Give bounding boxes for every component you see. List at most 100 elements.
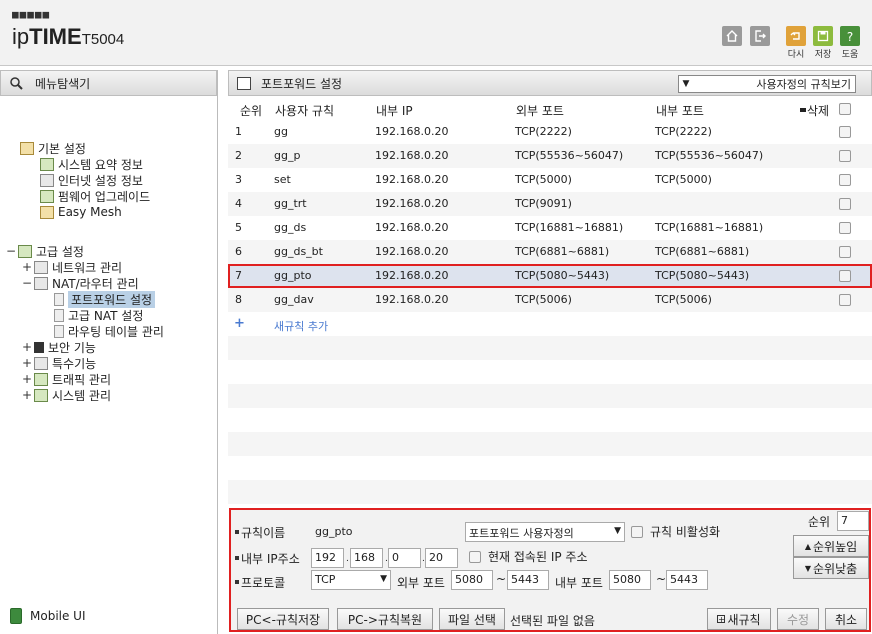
order-input[interactable]: 7 (837, 511, 869, 531)
ip-octet-1[interactable]: 192 (311, 548, 344, 568)
bullet-icon (235, 580, 239, 584)
cell-ip: 192.168.0.20 (375, 293, 449, 306)
ip-octet-2[interactable]: 168 (350, 548, 383, 568)
table-row[interactable]: 2 gg_p 192.168.0.20 TCP(55536~56047) TCP(555… (228, 144, 872, 168)
help-icon[interactable]: ? (840, 26, 860, 46)
external-port-to[interactable]: 5443 (507, 570, 549, 590)
home-icon[interactable] (722, 26, 742, 46)
file-select-button[interactable]: 파일 선택 (439, 608, 505, 630)
rule-type-select[interactable]: 포트포워드 사용자정의 ▼ (465, 522, 625, 542)
view-rules-select[interactable]: ▼ 사용자정의 규칙보기 (678, 75, 856, 93)
cancel-button[interactable]: 취소 (825, 608, 867, 630)
mobile-ui-link[interactable]: Mobile UI (10, 608, 86, 624)
expand-icon[interactable]: + (22, 388, 32, 402)
tree-item-advanced-nat[interactable]: 고급 NAT 설정 (54, 307, 143, 323)
rule-name-input[interactable]: gg_pto (311, 522, 453, 542)
table-row[interactable]: 6 gg_ds_bt 192.168.0.20 TCP(6881~6881) TCP(6… (228, 240, 872, 264)
tree-special[interactable]: + 특수기능 (22, 355, 96, 371)
ip-octet-4[interactable]: 20 (425, 548, 458, 568)
delete-checkbox[interactable] (839, 174, 851, 186)
traffic-icon (34, 372, 48, 386)
cell-ip: 192.168.0.20 (375, 125, 449, 138)
tree-network-management[interactable]: + 네트워크 관리 (22, 259, 122, 275)
table-row[interactable]: 8 gg_dav 192.168.0.20 TCP(5006) TCP(5006) (228, 288, 872, 312)
tree-nat-router[interactable]: − NAT/라우터 관리 (22, 275, 139, 291)
bullet-icon (235, 556, 239, 560)
delete-checkbox[interactable] (839, 294, 851, 306)
restart-icon[interactable] (786, 26, 806, 46)
tree-item-label: 라우팅 테이블 관리 (68, 324, 164, 339)
table-row[interactable]: 7 gg_pto 192.168.0.20 TCP(5080~5443) TCP(508… (228, 264, 872, 288)
expand-icon[interactable]: + (22, 340, 32, 354)
collapse-icon[interactable]: − (22, 276, 32, 290)
order-up-label: 순위높임 (812, 539, 858, 554)
delete-checkbox[interactable] (839, 270, 851, 282)
expand-icon[interactable]: + (22, 260, 32, 274)
external-port-label: 외부 포트 (397, 576, 445, 590)
table-header: 순위 사용자 규칙 내부 IP 외부 포트 내부 포트 삭제 (228, 98, 872, 120)
logout-icon[interactable] (750, 26, 770, 46)
menu-explorer-label: 메뉴탐색기 (35, 76, 91, 91)
lock-icon (34, 341, 44, 353)
router-icon (34, 276, 48, 290)
tree-basic-settings[interactable]: 기본 설정 (20, 140, 86, 156)
internal-port-from[interactable]: 5080 (609, 570, 651, 590)
restore-from-pc-button[interactable]: PC->규칙복원 (337, 608, 433, 630)
save-label[interactable]: 저장 (811, 47, 835, 60)
collapse-icon[interactable]: − (6, 244, 16, 258)
tree-system[interactable]: + 시스템 관리 (22, 387, 111, 403)
cell-order: 2 (235, 149, 242, 162)
delete-checkbox[interactable] (839, 222, 851, 234)
table-row[interactable]: 4 gg_trt 192.168.0.20 TCP(9091) (228, 192, 872, 216)
delete-checkbox[interactable] (839, 126, 851, 138)
protocol-value: TCP (315, 573, 336, 586)
window-icon (237, 76, 251, 90)
add-rule-row[interactable]: + 새규칙 추가 (228, 312, 872, 336)
tree-security[interactable]: + 보안 기능 (22, 339, 96, 355)
order-up-button[interactable]: ▲ 순위높임 (793, 535, 869, 557)
order-down-label: 순위낮춤 (812, 561, 858, 576)
external-port-from[interactable]: 5080 (451, 570, 493, 590)
current-ip-checkbox[interactable] (469, 551, 481, 563)
tree-item-internet-settings[interactable]: 인터넷 설정 정보 (40, 172, 143, 188)
expand-icon[interactable]: + (22, 356, 32, 370)
internal-port-to[interactable]: 5443 (666, 570, 708, 590)
search-icon (9, 76, 25, 90)
order-down-button[interactable]: ▼ 순위낮춤 (793, 557, 869, 579)
cell-ip: 192.168.0.20 (375, 245, 449, 258)
plus-icon: + (717, 614, 726, 624)
backup-to-pc-button[interactable]: PC<-규칙저장 (237, 608, 329, 630)
save-icon[interactable] (813, 26, 833, 46)
tree-item-easy-mesh[interactable]: Easy Mesh (40, 204, 122, 220)
col-internal-ip: 내부 IP (376, 104, 413, 118)
add-rule-label[interactable]: 새규칙 추가 (274, 318, 328, 334)
expand-icon[interactable]: + (22, 372, 32, 386)
delete-checkbox[interactable] (839, 198, 851, 210)
select-all-checkbox[interactable] (839, 103, 851, 115)
table-row[interactable]: 1 gg 192.168.0.20 TCP(2222) TCP(2222) (228, 120, 872, 144)
table-row[interactable]: 5 gg_ds 192.168.0.20 TCP(16881~16881) TCP(16… (228, 216, 872, 240)
tree-item-label: 트래픽 관리 (52, 372, 112, 387)
delete-checkbox[interactable] (839, 150, 851, 162)
tree-item-system-summary[interactable]: 시스템 요약 정보 (40, 156, 143, 172)
tree-item-firmware-upgrade[interactable]: 펌웨어 업그레이드 (40, 188, 150, 204)
tree-advanced-settings[interactable]: − 고급 설정 (6, 243, 84, 259)
network-icon (34, 260, 48, 274)
disable-rule-checkbox[interactable] (631, 526, 643, 538)
rule-edit-form: 규칙이름 gg_pto 포트포워드 사용자정의 ▼ 규칙 비활성화 순위 7 내부… (229, 508, 871, 632)
delete-checkbox[interactable] (839, 246, 851, 258)
protocol-select[interactable]: TCP ▼ (311, 570, 391, 590)
modify-button[interactable]: 수정 (777, 608, 819, 630)
cell-ip: 192.168.0.20 (375, 269, 449, 282)
new-rule-button[interactable]: + 새규칙 (707, 608, 771, 630)
table-row[interactable]: 3 set 192.168.0.20 TCP(5000) TCP(5000) (228, 168, 872, 192)
header: ■■■■■ ipTIMET5004 다시 저장 ? 도움 (0, 0, 872, 66)
tree-item-routing-table[interactable]: 라우팅 테이블 관리 (54, 323, 164, 339)
tree-item-port-forward[interactable]: 포트포워드 설정 (54, 290, 156, 308)
help-label[interactable]: 도움 (838, 47, 862, 60)
cell-ip: 192.168.0.20 (375, 173, 449, 186)
ip-octet-3[interactable]: 0 (388, 548, 421, 568)
tree-traffic[interactable]: + 트래픽 관리 (22, 371, 111, 387)
cell-int: TCP(2222) (655, 125, 712, 138)
restart-label[interactable]: 다시 (784, 47, 808, 60)
